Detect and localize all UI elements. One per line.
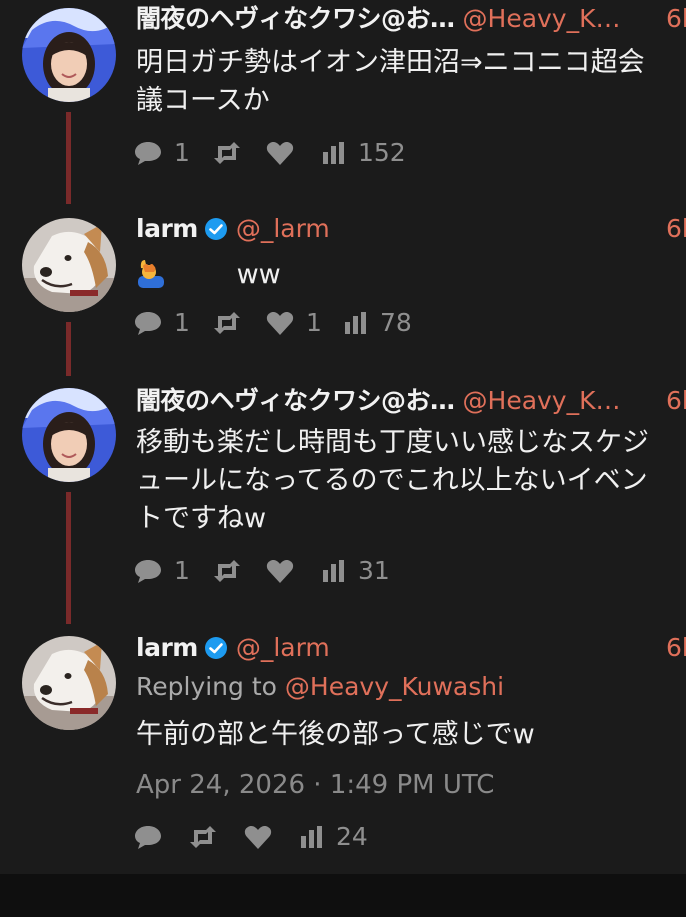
like-count: 1 <box>306 308 322 337</box>
tweet-header: 闇夜のヘヴィなクワシ@お… @Heavy_K… <box>136 2 686 36</box>
user-handle[interactable]: @_larm <box>236 633 330 662</box>
tweet-header: larm @_larm <box>136 631 686 665</box>
tweet[interactable]: larm @_larm 6h ww 1 1 <box>0 206 686 366</box>
avatar-woman-image <box>22 388 116 482</box>
retweet-icon <box>190 826 216 848</box>
tweet-header: larm @_larm <box>136 212 686 246</box>
comment-icon <box>135 826 161 849</box>
tweet-text: 午前の部と午後の部って感じでw <box>136 716 686 754</box>
display-name[interactable]: larm <box>136 214 198 243</box>
tweet-time[interactable]: 6h <box>666 631 686 665</box>
replying-label: Replying to <box>136 672 277 701</box>
avatar[interactable] <box>22 636 116 730</box>
tweet-text-line: 移動も楽だし時間も丁度いい感じなスケジ <box>136 427 649 458</box>
tweet[interactable]: 闇夜のヘヴィなクワシ@お… @Heavy_K… 6h 明日ガチ勢はイオン津田沼⇒ニ… <box>0 0 686 190</box>
view-count: 31 <box>358 556 390 585</box>
tweet-time[interactable]: 6h <box>666 2 686 36</box>
tweet-text: 移動も楽だし時間も丁度いい感じなスケジ ュールになってるのでこれ以上ないイベン … <box>136 424 686 538</box>
avatar-woman-image <box>22 8 116 102</box>
tweet-text-line: ww <box>236 259 281 290</box>
tweet-text-line: 明日ガチ勢はイオン津田沼⇒ニコニコ超会 <box>136 47 645 78</box>
display-name[interactable]: 闇夜のヘヴィなクワシ@お… <box>136 4 455 33</box>
tweet-text-line: 午前の部と午後の部って感じでw <box>136 719 535 750</box>
verified-badge-icon <box>204 637 227 659</box>
comment-icon <box>135 560 161 583</box>
avatar[interactable] <box>22 218 116 312</box>
heart-icon <box>266 560 294 583</box>
tweet-date[interactable]: Apr 24, 2026 · 1:49 PM UTC <box>136 768 494 802</box>
avatar-dog-image <box>22 636 116 730</box>
display-name[interactable]: 闇夜のヘヴィなクワシ@お… <box>136 386 455 415</box>
tweet-time[interactable]: 6h <box>666 212 686 246</box>
tweet-time[interactable]: 6h <box>666 384 686 418</box>
reply-count: 1 <box>174 308 190 337</box>
comment-icon <box>135 312 161 335</box>
view-count: 78 <box>380 308 412 337</box>
comment-icon <box>135 142 161 165</box>
user-handle[interactable]: @_larm <box>236 214 330 243</box>
reply-count: 1 <box>174 556 190 585</box>
view-count: 24 <box>336 822 368 851</box>
bar-chart-icon <box>345 312 366 334</box>
tweet-text: ww <box>136 256 686 294</box>
user-handle[interactable]: @Heavy_K… <box>463 386 621 415</box>
bar-chart-icon <box>323 142 344 164</box>
bar-chart-icon <box>301 826 322 848</box>
tweet-text-line: ュールになってるのでこれ以上ないイベン <box>136 465 648 496</box>
retweet-icon <box>214 312 240 334</box>
avatar-dog-image <box>22 218 116 312</box>
tweet-header: 闇夜のヘヴィなクワシ@お… @Heavy_K… <box>136 384 686 418</box>
bottom-bar <box>0 874 686 917</box>
retweet-icon <box>214 142 240 164</box>
replying-to: Replying to @Heavy_Kuwashi <box>136 670 504 704</box>
avatar[interactable] <box>22 8 116 102</box>
raising-hand-emoji-icon <box>138 260 164 288</box>
avatar[interactable] <box>22 388 116 482</box>
view-count: 152 <box>358 138 406 167</box>
verified-badge-icon <box>204 218 227 240</box>
replying-handle-link[interactable]: @Heavy_Kuwashi <box>285 672 504 701</box>
heart-icon <box>266 142 294 165</box>
display-name[interactable]: larm <box>136 633 198 662</box>
retweet-icon <box>214 560 240 582</box>
bar-chart-icon <box>323 560 344 582</box>
heart-icon <box>266 312 294 335</box>
focused-tweet[interactable]: larm @_larm 6h Replying to @Heavy_Kuwashi… <box>0 628 686 868</box>
tweet-text-line: トですねw <box>136 503 267 534</box>
user-handle[interactable]: @Heavy_K… <box>463 4 621 33</box>
heart-icon <box>244 826 272 849</box>
tweet-text: 明日ガチ勢はイオン津田沼⇒ニコニコ超会 議コースか <box>136 44 686 120</box>
tweet[interactable]: 闇夜のヘヴィなクワシ@お… @Heavy_K… 6h 移動も楽だし時間も丁度いい感… <box>0 380 686 610</box>
tweet-text-line: 議コースか <box>136 85 270 116</box>
reply-count: 1 <box>174 138 190 167</box>
tweet-thread: 闇夜のヘヴィなクワシ@お… @Heavy_K… 6h 明日ガチ勢はイオン津田沼⇒ニ… <box>0 0 686 874</box>
